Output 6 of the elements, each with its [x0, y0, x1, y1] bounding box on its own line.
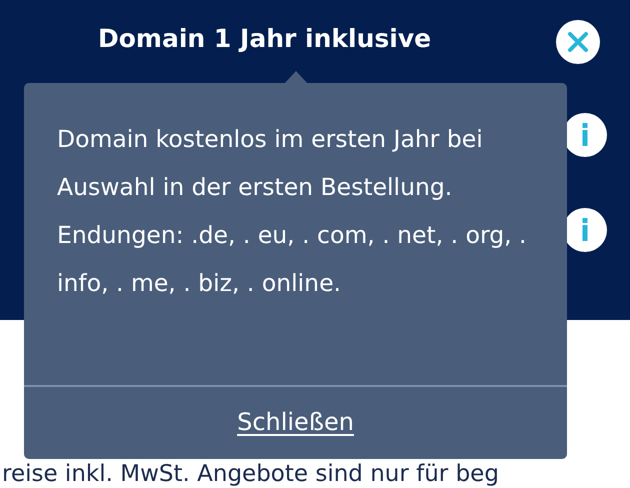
modal-title: Domain 1 Jahr inklusive	[98, 24, 432, 54]
popover-text: Domain kostenlos im ersten Jahr bei Auswahl in der ersten Bestellung. Endungen: .de, . eu, . com, . net, . org, . info, . me, . biz, . online.	[56, 124, 528, 299]
close-button[interactable]	[556, 20, 600, 64]
close-icon	[567, 31, 589, 53]
footer-text: reise inkl. MwSt. Angebote sind nur für beg	[1, 460, 499, 488]
close-link[interactable]: Schließen	[237, 404, 354, 440]
